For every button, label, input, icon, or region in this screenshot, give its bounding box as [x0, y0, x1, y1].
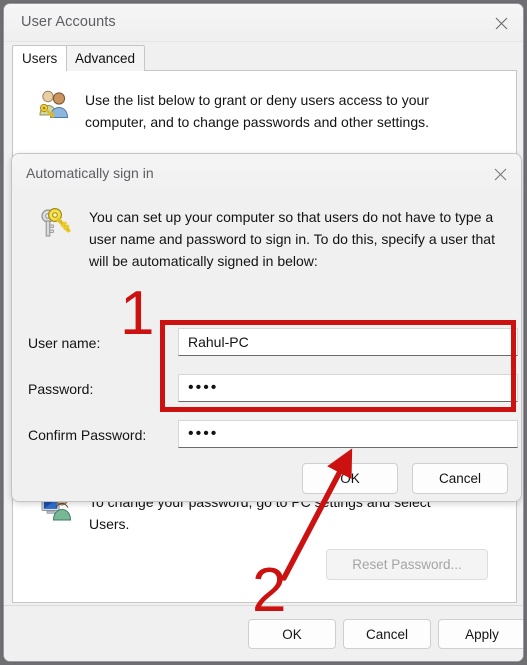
ok-button[interactable]: OK [248, 619, 336, 649]
tabstrip: Users Advanced [12, 45, 517, 71]
dialog-ok-button[interactable]: OK [302, 463, 398, 494]
reset-password-button[interactable]: Reset Password... [326, 549, 488, 580]
dialog-titlebar: Automatically sign in [12, 154, 521, 192]
apply-button[interactable]: Apply [438, 619, 523, 649]
close-icon[interactable] [488, 12, 514, 34]
tab-users-label: Users [22, 51, 58, 66]
dialog-title: Automatically sign in [26, 165, 154, 181]
intro-text: Use the list below to grant or deny user… [85, 92, 429, 130]
confirm-password-input[interactable]: •••• [178, 420, 518, 448]
window-button-bar: OK Cancel Apply [4, 605, 523, 661]
page-title: User Accounts [21, 14, 116, 30]
password-label: Password: [28, 381, 94, 397]
dialog-description: You can set up your computer so that use… [89, 209, 495, 269]
automatically-sign-in-dialog: Automatically sign in You can set up you… [11, 153, 522, 502]
dialog-intro-row: You can set up your computer so that use… [37, 206, 507, 272]
tab-advanced[interactable]: Advanced [65, 45, 146, 71]
users-key-icon [37, 89, 71, 133]
user-accounts-window: User Accounts Users Advanced Use the lis… [3, 3, 524, 662]
close-icon[interactable] [487, 163, 513, 185]
tab-advanced-label: Advanced [75, 51, 136, 66]
username-input[interactable]: Rahul-PC [178, 328, 518, 356]
dialog-cancel-button[interactable]: Cancel [412, 463, 508, 494]
keys-icon [37, 206, 73, 272]
confirm-password-label: Confirm Password: [28, 427, 147, 443]
window-titlebar: User Accounts [4, 4, 523, 42]
cancel-button[interactable]: Cancel [343, 619, 431, 649]
tab-users[interactable]: Users [12, 45, 68, 71]
username-label: User name: [28, 335, 101, 351]
password-input[interactable]: •••• [178, 374, 518, 402]
dialog-body: You can set up your computer so that use… [12, 192, 521, 501]
intro-row: Use the list below to grant or deny user… [37, 89, 497, 133]
